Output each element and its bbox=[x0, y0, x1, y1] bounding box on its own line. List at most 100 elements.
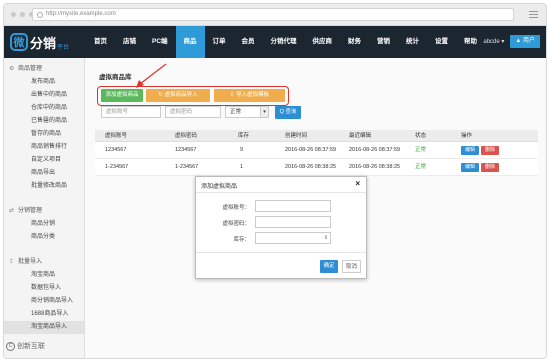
browser-menu-icon[interactable] bbox=[529, 11, 538, 20]
sidebar-item[interactable]: 1688商品导入 bbox=[4, 308, 84, 321]
nav-item-0[interactable]: 首页 bbox=[86, 26, 115, 58]
col-created: 创建时间 bbox=[285, 133, 308, 139]
stock-field[interactable]: ⇕ bbox=[255, 232, 331, 244]
table-row: 1234567 1234567 9 2016-08-26 08:37:59 20… bbox=[95, 142, 538, 159]
nav-item-11[interactable]: 设置 bbox=[427, 26, 456, 58]
nav-item-9[interactable]: 营销 bbox=[369, 26, 398, 58]
stepper-icon[interactable]: ⇕ bbox=[322, 233, 330, 243]
virtual-items-table: 虚拟账号 虚拟密码 库存 创建时间 最近编辑 状态 操作 1234567 123… bbox=[95, 130, 538, 176]
nav-item-2[interactable]: PC端 bbox=[144, 26, 176, 58]
logo-subtext: 平台 bbox=[57, 44, 70, 51]
edit-button[interactable]: 编辑 bbox=[461, 163, 480, 172]
nav-item-5[interactable]: 会员 bbox=[234, 26, 263, 58]
download-template-label: 导入虚拟模板 bbox=[236, 92, 270, 98]
row-password: 1-234567 bbox=[175, 164, 199, 170]
add-virtual-item-button[interactable]: 添加虚拟商品 bbox=[101, 89, 143, 102]
nav-item-6[interactable]: 分销代理 bbox=[263, 26, 305, 58]
table-header: 虚拟账号 虚拟密码 库存 创建时间 最近编辑 状态 操作 bbox=[95, 130, 538, 142]
confirm-button[interactable]: 确定 bbox=[320, 260, 338, 273]
row-created: 2016-08-26 08:38:25 bbox=[285, 164, 337, 170]
col-edited: 最近编辑 bbox=[349, 133, 372, 139]
watermark-logo: C bbox=[6, 341, 15, 351]
browser-toolbar: http://mysite.example.com bbox=[4, 4, 546, 26]
logo-text: 分销 bbox=[30, 35, 57, 51]
browser-window: http://mysite.example.com 微 分销 平台 首页 店铺 PC… bbox=[3, 3, 547, 359]
window-controls bbox=[11, 12, 34, 17]
add-virtual-item-dialog: 添加虚拟商品 × 虚拟账号： 虚拟密码： 库存： ⇕ 确定 取消 bbox=[195, 176, 367, 279]
sidebar-item[interactable]: 淘宝商品 bbox=[4, 269, 84, 282]
sidebar-section-1[interactable]: ⇄ 分销管理 bbox=[4, 204, 84, 218]
account-search-input[interactable]: 虚拟账号 bbox=[101, 106, 161, 118]
dialog-title: 添加虚拟商品 bbox=[201, 184, 238, 190]
dialog-footer: 确定 取消 bbox=[196, 252, 366, 280]
sidebar-item[interactable]: 商品销售排行 bbox=[4, 141, 84, 154]
search-button[interactable]: Q 查询 bbox=[275, 106, 301, 119]
dialog-header: 添加虚拟商品 × bbox=[196, 177, 366, 193]
sidebar-item[interactable]: 已售罄的商品 bbox=[4, 115, 84, 128]
top-navigation: 微 分销 平台 首页 店铺 PC端 商品 订单 会员 分销代理 供应商 财务 营销 统计 设置 帮助 a… bbox=[4, 26, 546, 58]
account-label: 虚拟账号： bbox=[222, 205, 250, 211]
sidebar-item[interactable]: 发布商品 bbox=[4, 76, 84, 89]
sidebar-item[interactable]: 商品分销 bbox=[4, 218, 84, 231]
sidebar-item[interactable]: 商品导出 bbox=[4, 167, 84, 180]
row-password: 1234567 bbox=[175, 147, 197, 153]
row-edited: 2016-08-26 08:37:59 bbox=[349, 147, 401, 153]
page-title: 虚拟商品库 bbox=[99, 74, 132, 81]
nav-item-4[interactable]: 订单 bbox=[205, 26, 234, 58]
status-select-value: 正常 bbox=[230, 109, 242, 115]
nav-item-8[interactable]: 财务 bbox=[340, 26, 369, 58]
nav-menu: 首页 店铺 PC端 商品 订单 会员 分销代理 供应商 财务 营销 统计 设置 帮助 bbox=[86, 26, 485, 58]
row-edited: 2016-08-26 08:38:25 bbox=[349, 164, 401, 170]
stock-label: 库存： bbox=[233, 237, 250, 243]
import-virtual-item-label: 虚拟商品导入 bbox=[164, 92, 198, 98]
nav-item-12[interactable]: 帮助 bbox=[456, 26, 485, 58]
sidebar-section-0[interactable]: ⚙ 商品管理 bbox=[4, 62, 84, 76]
close-icon[interactable]: × bbox=[355, 179, 360, 188]
nav-item-3[interactable]: 商品 bbox=[175, 26, 205, 58]
account-field[interactable] bbox=[255, 200, 331, 212]
sidebar-item[interactable]: 仓库中的商品 bbox=[4, 102, 84, 115]
sidebar-item[interactable]: 批量修改商品 bbox=[4, 180, 84, 193]
globe-icon bbox=[37, 12, 43, 18]
watermark: C 创新互联 bbox=[6, 341, 45, 351]
delete-button[interactable]: 删除 bbox=[481, 163, 500, 172]
minimize-window-icon[interactable] bbox=[20, 12, 25, 17]
password-field[interactable] bbox=[255, 216, 331, 228]
sidebar-item[interactable]: 自定义项目 bbox=[4, 154, 84, 167]
gear-icon: ⚙ bbox=[9, 66, 15, 72]
row-stock: 9 bbox=[240, 147, 244, 153]
import-virtual-item-button[interactable]: ↻ 虚拟商品导入 bbox=[146, 89, 210, 102]
col-actions: 操作 bbox=[461, 133, 473, 139]
status-select[interactable]: 正常 ▾ bbox=[225, 106, 269, 118]
user-button[interactable]: ▲ 用户 bbox=[510, 35, 540, 48]
cancel-button[interactable]: 取消 bbox=[342, 260, 361, 273]
sidebar-section-title: 批量导入 bbox=[18, 259, 43, 265]
user-name[interactable]: abcde ▾ bbox=[483, 38, 504, 45]
download-template-button[interactable]: ⇩ 导入虚拟模板 bbox=[214, 89, 285, 102]
col-account: 虚拟账号 bbox=[105, 133, 128, 139]
edit-button[interactable]: 编辑 bbox=[461, 146, 480, 155]
sidebar-item[interactable]: 淘宝商品导入 bbox=[4, 321, 84, 334]
sidebar-item[interactable]: 暂存的商品 bbox=[4, 128, 84, 141]
table-row: 1-234567 1-234567 1 2016-08-26 08:38:25 … bbox=[95, 159, 538, 176]
nav-item-1[interactable]: 店铺 bbox=[115, 26, 144, 58]
row-stock: 1 bbox=[240, 164, 244, 170]
status-badge: 正常 bbox=[415, 164, 427, 170]
share-icon: ⇄ bbox=[9, 208, 15, 214]
sidebar-item[interactable]: 数据包导入 bbox=[4, 282, 84, 295]
close-window-icon[interactable] bbox=[11, 12, 16, 17]
logo[interactable]: 微 分销 平台 bbox=[10, 31, 69, 53]
sidebar-section-2[interactable]: ⇪ 批量导入 bbox=[4, 255, 84, 269]
nav-item-7[interactable]: 供应商 bbox=[305, 26, 341, 58]
sidebar-item[interactable]: 商品分类 bbox=[4, 231, 84, 244]
sidebar-item[interactable]: 出售中的商品 bbox=[4, 89, 84, 102]
sidebar-section-title: 分销管理 bbox=[18, 208, 43, 214]
nav-item-10[interactable]: 统计 bbox=[398, 26, 427, 58]
delete-button[interactable]: 删除 bbox=[481, 146, 500, 155]
chevron-down-icon: ▾ bbox=[260, 107, 268, 117]
address-bar[interactable]: http://mysite.example.com bbox=[32, 8, 514, 21]
password-search-input[interactable]: 虚拟密码 bbox=[165, 106, 221, 118]
sidebar-item[interactable]: 商分销商品导入 bbox=[4, 295, 84, 308]
